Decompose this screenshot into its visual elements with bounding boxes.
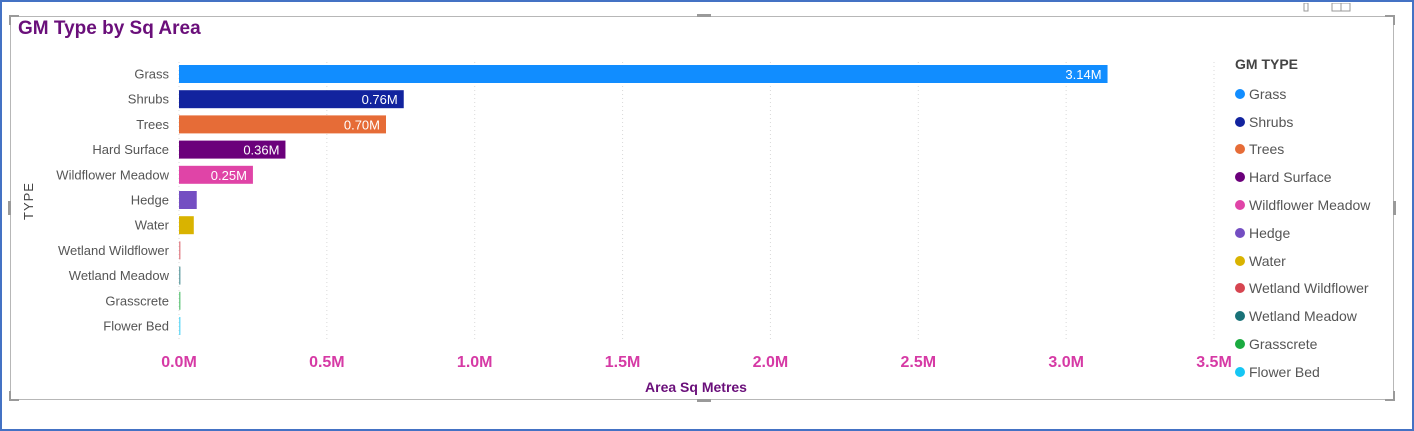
- bar-grass[interactable]: [179, 65, 1108, 83]
- legend-item-flower-bed[interactable]: Flower Bed: [1235, 358, 1395, 386]
- y-tick-label: Grass: [134, 67, 169, 82]
- y-tick-label: Wetland Meadow: [69, 268, 170, 283]
- legend-label: Grass: [1249, 85, 1287, 102]
- legend-dot-icon: [1235, 116, 1245, 127]
- x-tick-label: 0.5M: [309, 354, 345, 371]
- legend-label: Water: [1249, 252, 1286, 269]
- legend-item-wetland-wildflower[interactable]: Wetland Wildflower: [1235, 275, 1395, 303]
- x-tick-label: 3.0M: [1048, 354, 1084, 371]
- x-tick-label: 2.5M: [900, 354, 936, 371]
- x-tick-label: 0.0M: [161, 354, 197, 371]
- y-tick-label: Hedge: [131, 193, 169, 208]
- legend-label: Wetland Meadow: [1249, 308, 1357, 325]
- legend-item-trees[interactable]: Trees: [1235, 136, 1395, 164]
- x-tick-label: 1.0M: [457, 354, 493, 371]
- bar-wetland-wildflower[interactable]: [179, 241, 181, 260]
- y-tick-label: Wildflower Meadow: [56, 167, 169, 182]
- legend-dot-icon: [1235, 283, 1245, 294]
- legend-label: Shrubs: [1249, 113, 1294, 130]
- y-tick-label: Hard Surface: [92, 142, 169, 157]
- y-tick-label: Flower Bed: [103, 319, 169, 334]
- legend-dot-icon: [1235, 366, 1245, 377]
- legend-title: GM TYPE: [1235, 56, 1299, 72]
- legend-item-wetland-meadow[interactable]: Wetland Meadow: [1235, 302, 1395, 330]
- legend-label: Wetland Wildflower: [1249, 280, 1369, 297]
- legend-item-grasscrete[interactable]: Grasscrete: [1235, 330, 1395, 358]
- bar-grasscrete[interactable]: [179, 291, 181, 310]
- data-label: 0.25M: [211, 168, 247, 183]
- legend-dot-icon: [1235, 339, 1245, 350]
- x-tick-label: 2.0M: [753, 354, 789, 371]
- legend-label: Wildflower Meadow: [1249, 197, 1371, 214]
- x-tick-label: 1.5M: [605, 354, 641, 371]
- y-tick-label: Shrubs: [128, 92, 170, 107]
- bar-wetland-meadow[interactable]: [179, 266, 181, 285]
- legend-dot-icon: [1235, 311, 1245, 322]
- x-tick-label: 3.5M: [1196, 354, 1232, 371]
- bar-hedge[interactable]: [179, 191, 197, 209]
- bar-chart: Grass 3.14M Shrubs 0.76M Trees 0.70M Hard Surf…: [21, 62, 1232, 395]
- data-label: 0.36M: [243, 143, 279, 158]
- legend-item-water[interactable]: Water: [1235, 247, 1395, 275]
- y-axis-title: TYPE: [21, 182, 36, 220]
- legend-label: Flower Bed: [1249, 363, 1320, 380]
- legend-dot-icon: [1235, 200, 1245, 211]
- bar-flower-bed[interactable]: [179, 317, 181, 335]
- legend-label: Grasscrete: [1249, 336, 1318, 353]
- data-label: 0.76M: [362, 92, 398, 107]
- legend-dot-icon: [1235, 144, 1245, 155]
- y-tick-label: Grasscrete: [105, 293, 169, 308]
- legend-item-hard-surface[interactable]: Hard Surface: [1235, 163, 1395, 191]
- legend-dot-icon: [1235, 88, 1245, 99]
- y-tick-label: Water: [135, 218, 170, 233]
- legend-dot-icon: [1235, 172, 1245, 183]
- y-tick-label: Trees: [136, 117, 169, 132]
- legend-label: Trees: [1249, 141, 1285, 158]
- legend-dot-icon: [1235, 227, 1245, 238]
- bar-water[interactable]: [179, 216, 194, 235]
- legend-item-hedge[interactable]: Hedge: [1235, 219, 1395, 247]
- legend: GM TYPE Grass Shrubs Trees Hard Surface Wild…: [1235, 56, 1395, 386]
- data-label: 0.70M: [344, 117, 380, 132]
- y-tick-label: Wetland Wildflower: [58, 243, 170, 258]
- legend-item-grass[interactable]: Grass: [1235, 80, 1395, 108]
- data-label: 3.14M: [1065, 67, 1101, 82]
- x-axis-title: Area Sq Metres: [645, 379, 747, 395]
- legend-item-wildflower-meadow[interactable]: Wildflower Meadow: [1235, 191, 1395, 219]
- legend-dot-icon: [1235, 255, 1245, 266]
- legend-label: Hard Surface: [1249, 169, 1332, 186]
- legend-label: Hedge: [1249, 224, 1291, 241]
- legend-item-shrubs[interactable]: Shrubs: [1235, 108, 1395, 136]
